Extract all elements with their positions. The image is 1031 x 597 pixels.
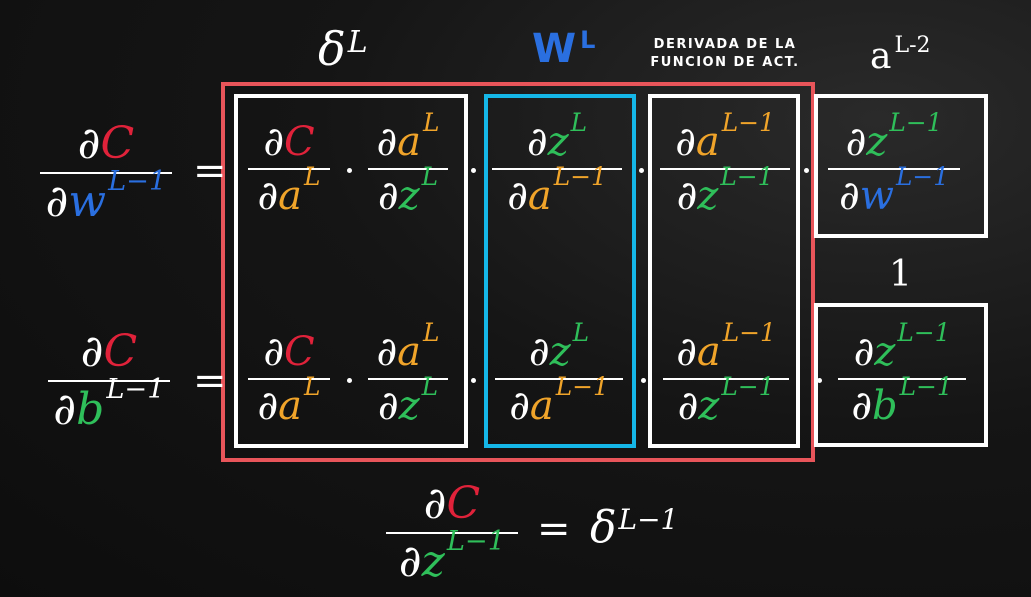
bottom-dC-dz: ∂ C ∂ z L−1 bbox=[386, 482, 518, 584]
lhs-dC-db: ∂ C ∂ b L−1 bbox=[48, 330, 170, 432]
dot-w-4 bbox=[804, 168, 809, 173]
W-symbol: W bbox=[532, 26, 577, 72]
bottom-delta-rhs: δL−1 bbox=[590, 502, 679, 553]
activation-derivative-header: DERIVADA DE LA FUNCION DE ACT. bbox=[640, 36, 810, 72]
dot-w-1 bbox=[347, 168, 352, 173]
dot-b-4 bbox=[817, 378, 822, 383]
row-b-term-dz-db: ∂ z L−1 ∂ b L−1 bbox=[838, 320, 966, 426]
row-w-term-da-dz-L1: ∂ a L−1 ∂ z L−1 bbox=[660, 110, 790, 216]
act-line-2: FUNCION DE ACT. bbox=[650, 55, 800, 70]
W-sup: L bbox=[580, 26, 596, 54]
act-line-1: DERIVADA DE LA bbox=[653, 37, 797, 52]
row-b-term-dz-da: ∂ z L ∂ a L−1 bbox=[495, 320, 623, 426]
dot-b-3 bbox=[641, 378, 646, 383]
delta-L-header: δL bbox=[318, 22, 368, 76]
equals-b: = bbox=[193, 358, 227, 404]
dot-b-2 bbox=[471, 378, 476, 383]
one-label: 1 bbox=[889, 254, 912, 295]
a-sup: L-2 bbox=[894, 33, 931, 58]
delta-symbol: δ bbox=[318, 22, 346, 76]
row-w-term-dC-da: ∂ C ∂ a L bbox=[248, 122, 330, 216]
lhs-dC-dw: ∂ C ∂ w L−1 bbox=[40, 122, 172, 224]
C-symbol: C bbox=[100, 118, 135, 169]
row-w-term-dz-da: ∂ z L ∂ a L−1 bbox=[492, 110, 622, 216]
row-w-term-dz-dw: ∂ z L−1 ∂ w L−1 bbox=[828, 110, 960, 216]
row-b-term-dC-da: ∂ C ∂ a L bbox=[248, 332, 330, 426]
a-L2-header: a L-2 bbox=[870, 33, 931, 77]
dot-b-1 bbox=[347, 378, 352, 383]
row-b-term-da-dz: ∂ a L ∂ z L bbox=[368, 320, 448, 426]
row-b-term-da-dz-L1: ∂ a L−1 ∂ z L−1 bbox=[663, 320, 789, 426]
dot-w-2 bbox=[471, 168, 476, 173]
delta-sup: L bbox=[347, 24, 368, 60]
dot-w-3 bbox=[639, 168, 644, 173]
bottom-equals: = bbox=[537, 506, 571, 552]
row-w-term-da-dz: ∂ a L ∂ z L bbox=[368, 110, 448, 216]
a-symbol: a bbox=[870, 36, 892, 77]
equals-w: = bbox=[193, 148, 227, 194]
W-L-header: WL bbox=[532, 26, 595, 72]
